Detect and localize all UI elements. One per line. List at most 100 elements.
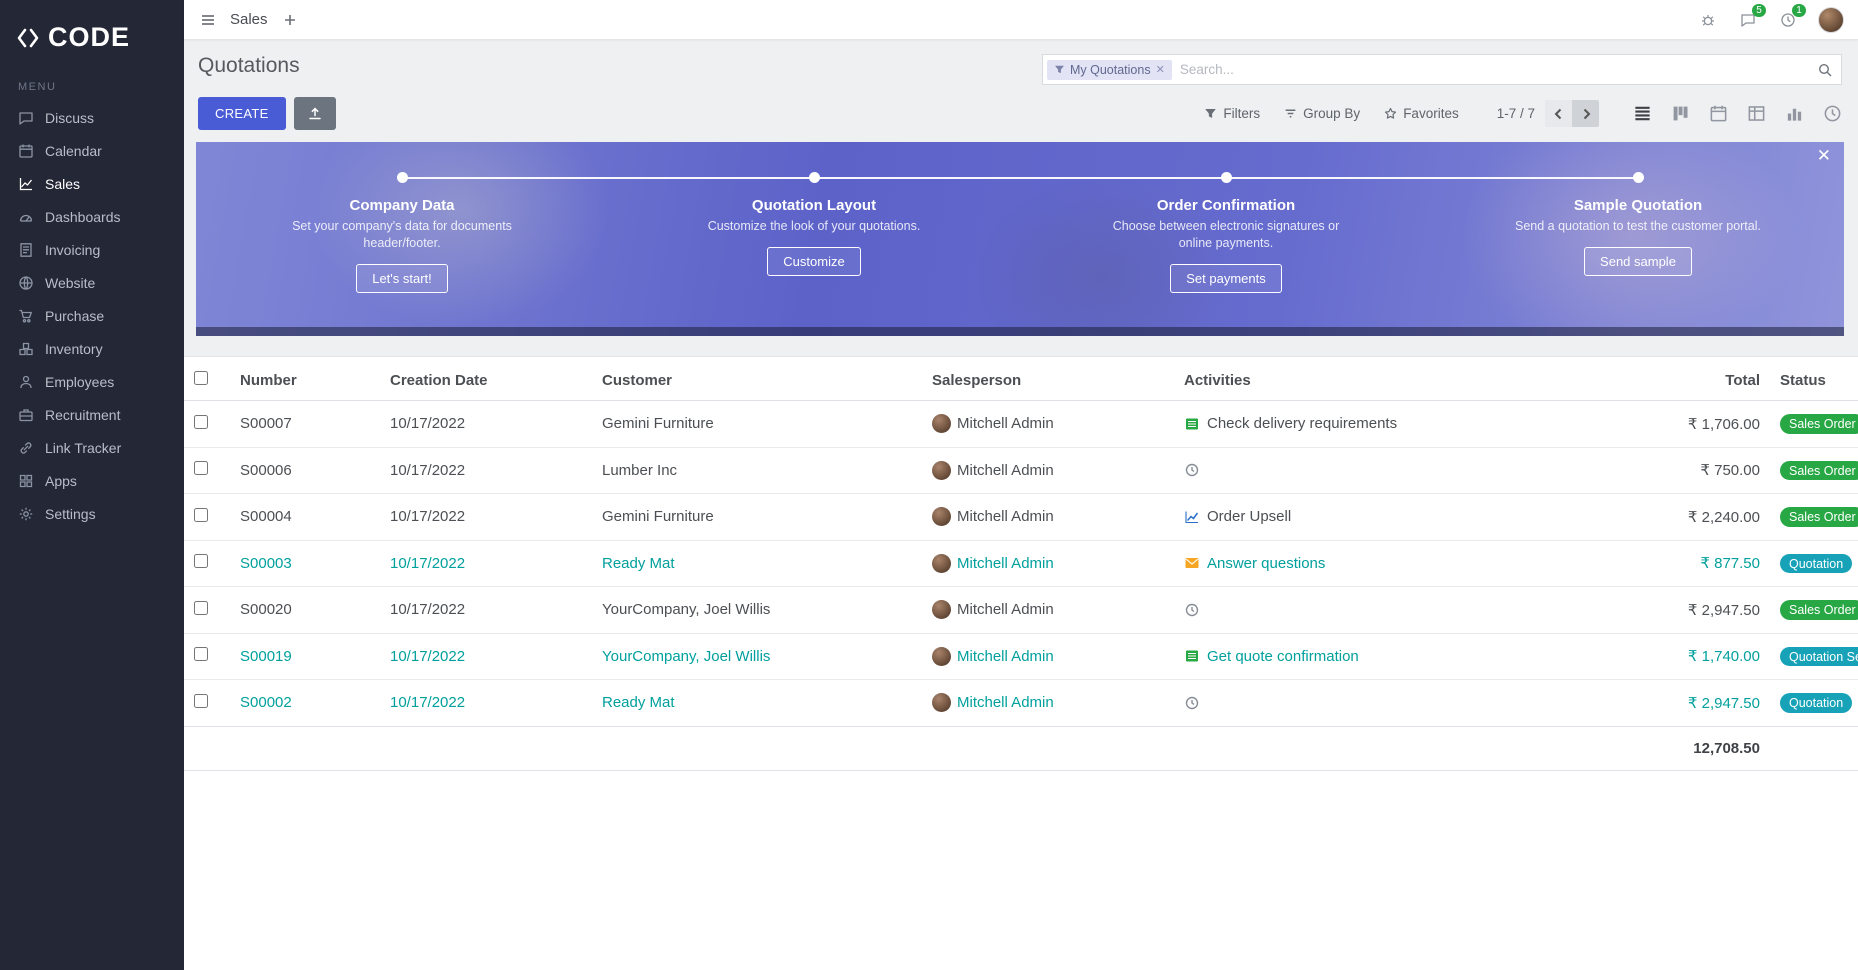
discuss-icon: [18, 110, 34, 126]
cell-total: ₹ 1,706.00: [1640, 401, 1770, 448]
quotations-list: Number Creation Date Customer Salesperso…: [184, 356, 1858, 970]
row-checkbox[interactable]: [194, 647, 208, 661]
cell-activities[interactable]: [1174, 447, 1640, 494]
sidebar-item-settings[interactable]: Settings: [0, 497, 184, 530]
pager-counter: 1-7 / 7: [1497, 106, 1535, 121]
export-button[interactable]: [294, 97, 336, 130]
create-button[interactable]: CREATE: [198, 97, 286, 130]
sidebar-item-sales[interactable]: Sales: [0, 167, 184, 200]
control-panel: Quotations My Quotations ✕ CREATE: [184, 40, 1858, 142]
cell-activities[interactable]: Check delivery requirements: [1174, 401, 1640, 448]
clock-icon: [1184, 462, 1200, 478]
header-customer[interactable]: Customer: [592, 357, 922, 401]
step-title: Quotation Layout: [752, 197, 876, 214]
step-dot: [809, 172, 820, 183]
activities-icon[interactable]: 1: [1778, 10, 1798, 30]
table-row[interactable]: S00002 10/17/2022 Ready Mat Mitchell Adm…: [184, 680, 1858, 727]
facet-remove-icon[interactable]: ✕: [1156, 63, 1165, 76]
clock-icon: [1184, 695, 1200, 711]
cell-salesperson: Mitchell Admin: [922, 680, 1174, 727]
sidebar-item-label: Settings: [45, 506, 96, 522]
cell-total: ₹ 2,947.50: [1640, 680, 1770, 727]
activity-view-icon[interactable]: [1823, 104, 1842, 123]
search-input[interactable]: [1180, 62, 1817, 77]
table-row[interactable]: S00006 10/17/2022 Lumber Inc Mitchell Ad…: [184, 447, 1858, 494]
cell-activities[interactable]: [1174, 587, 1640, 634]
website-icon: [18, 275, 34, 291]
sidebar-item-apps[interactable]: Apps: [0, 464, 184, 497]
sidebar-item-website[interactable]: Website: [0, 266, 184, 299]
table-header-row: Number Creation Date Customer Salesperso…: [184, 357, 1858, 401]
table-row[interactable]: S00020 10/17/2022 YourCompany, Joel Will…: [184, 587, 1858, 634]
table-row[interactable]: S00004 10/17/2022 Gemini Furniture Mitch…: [184, 494, 1858, 541]
header-total[interactable]: Total: [1640, 357, 1770, 401]
favorites-button[interactable]: Favorites: [1384, 106, 1459, 121]
cell-creation-date: 10/17/2022: [380, 633, 592, 680]
row-checkbox[interactable]: [194, 694, 208, 708]
table-row[interactable]: S00019 10/17/2022 YourCompany, Joel Will…: [184, 633, 1858, 680]
send-sample-button[interactable]: Send sample: [1584, 247, 1692, 276]
header-number[interactable]: Number: [230, 357, 380, 401]
sidebar-item-dashboards[interactable]: Dashboards: [0, 200, 184, 233]
cell-status: Sales Order: [1770, 587, 1858, 634]
sidebar-item-discuss[interactable]: Discuss: [0, 101, 184, 134]
footer-total: 12,708.50: [1640, 726, 1770, 770]
cell-status: Sales Order: [1770, 401, 1858, 448]
graph-view-icon[interactable]: [1785, 104, 1804, 123]
row-checkbox[interactable]: [194, 461, 208, 475]
row-checkbox[interactable]: [194, 554, 208, 568]
header-activities[interactable]: Activities: [1174, 357, 1640, 401]
sidebar-item-link-tracker[interactable]: Link Tracker: [0, 431, 184, 464]
filters-button[interactable]: Filters: [1204, 106, 1260, 121]
list-view-icon[interactable]: [1633, 104, 1652, 123]
bug-icon[interactable]: [1698, 10, 1718, 30]
sidebar-item-calendar[interactable]: Calendar: [0, 134, 184, 167]
select-all-checkbox[interactable]: [194, 371, 208, 385]
calendar-view-icon[interactable]: [1709, 104, 1728, 123]
row-checkbox[interactable]: [194, 601, 208, 615]
plus-icon[interactable]: [280, 10, 300, 30]
sidebar-item-purchase[interactable]: Purchase: [0, 299, 184, 332]
main-area: Sales 5 1: [184, 0, 1858, 970]
cell-activities[interactable]: Order Upsell: [1174, 494, 1640, 541]
cell-total: ₹ 877.50: [1640, 540, 1770, 587]
row-checkbox[interactable]: [194, 415, 208, 429]
pager-prev-button[interactable]: [1545, 100, 1572, 127]
sidebar-item-label: Discuss: [45, 110, 94, 126]
sidebar-item-employees[interactable]: Employees: [0, 365, 184, 398]
cell-activities[interactable]: Get quote confirmation: [1174, 633, 1640, 680]
hamburger-icon[interactable]: [198, 10, 218, 30]
sidebar-item-invoicing[interactable]: Invoicing: [0, 233, 184, 266]
header-status[interactable]: Status: [1770, 357, 1858, 401]
sidebar-item-inventory[interactable]: Inventory: [0, 332, 184, 365]
search-facet[interactable]: My Quotations ✕: [1047, 60, 1172, 80]
app-logo[interactable]: CODE: [0, 0, 184, 71]
cell-status: Sales Order: [1770, 447, 1858, 494]
row-checkbox[interactable]: [194, 508, 208, 522]
user-avatar[interactable]: [1818, 7, 1844, 33]
page-title: Quotations: [198, 54, 300, 78]
sidebar-item-recruitment[interactable]: Recruitment: [0, 398, 184, 431]
kanban-view-icon[interactable]: [1671, 104, 1690, 123]
table-row[interactable]: S00003 10/17/2022 Ready Mat Mitchell Adm…: [184, 540, 1858, 587]
header-salesperson[interactable]: Salesperson: [922, 357, 1174, 401]
pager-next-button[interactable]: [1572, 100, 1599, 127]
customize-button[interactable]: Customize: [767, 247, 860, 276]
topbar-app-name[interactable]: Sales: [230, 11, 268, 28]
set-payments-button[interactable]: Set payments: [1170, 264, 1282, 293]
header-creation-date[interactable]: Creation Date: [380, 357, 592, 401]
cell-activities[interactable]: Answer questions: [1174, 540, 1640, 587]
messages-icon[interactable]: 5: [1738, 10, 1758, 30]
group-by-button[interactable]: Group By: [1284, 106, 1360, 121]
salesperson-avatar: [932, 461, 951, 480]
sidebar: CODE MENU Discuss Calendar Sales Dashboa…: [0, 0, 184, 970]
cell-creation-date: 10/17/2022: [380, 680, 592, 727]
employees-icon: [18, 374, 34, 390]
table-row[interactable]: S00007 10/17/2022 Gemini Furniture Mitch…: [184, 401, 1858, 448]
cell-activities[interactable]: [1174, 680, 1640, 727]
cell-salesperson: Mitchell Admin: [922, 494, 1174, 541]
search-icon[interactable]: [1817, 62, 1833, 78]
lets-start-button[interactable]: Let's start!: [356, 264, 448, 293]
search-bar[interactable]: My Quotations ✕: [1042, 54, 1842, 85]
pivot-view-icon[interactable]: [1747, 104, 1766, 123]
